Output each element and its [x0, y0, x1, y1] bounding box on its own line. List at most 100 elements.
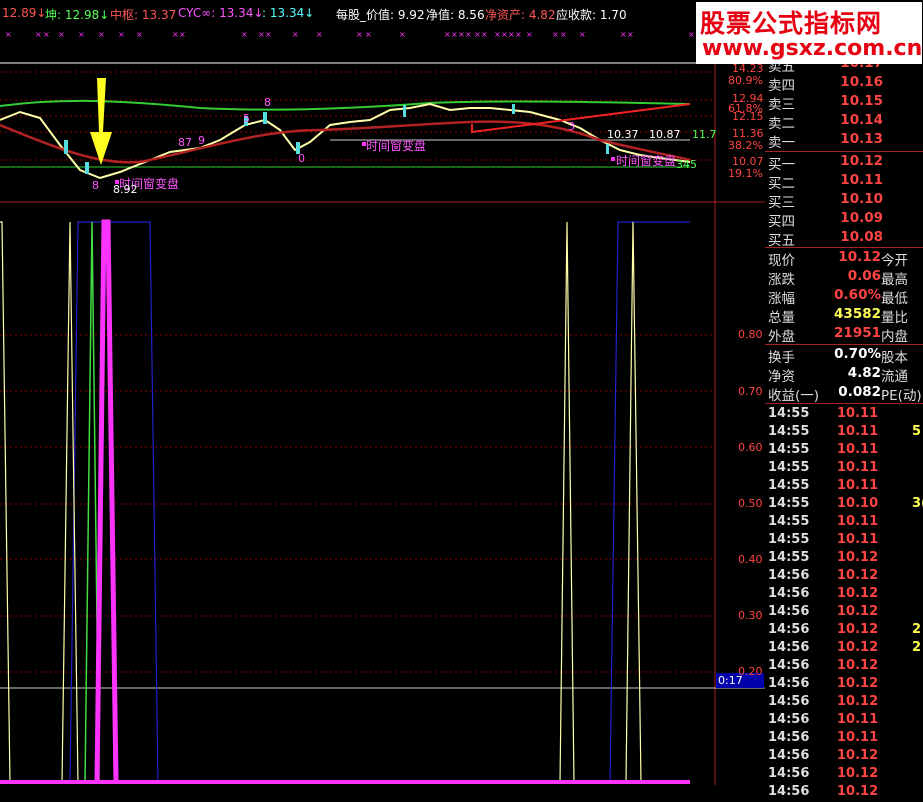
tick-row[interactable]: 14:56 10.12: [765, 658, 923, 676]
bid-label: 买三: [768, 195, 795, 211]
site-logo: 股票公式指标网 www.gsxz.com.cn: [696, 2, 922, 64]
tick-price: 10.12: [837, 568, 879, 583]
tick-row[interactable]: 14:55 10.11: [765, 532, 923, 550]
count-label: 5: [243, 112, 250, 125]
axis-value-label: 0.60: [738, 441, 763, 454]
ask-value: 10.15: [840, 93, 883, 109]
tick-volume: 2: [912, 640, 922, 655]
tick-row[interactable]: 14:56 10.12: [765, 604, 923, 622]
bid-row: 买三 10.10: [768, 191, 923, 211]
stat-label: 总量: [768, 310, 795, 326]
stat-value: 0.60%: [834, 287, 881, 303]
tick-price: 10.11: [837, 406, 879, 421]
tick-row[interactable]: 14:55 10.11: [765, 514, 923, 532]
time-window-label: 时间窗变盘: [366, 139, 427, 153]
stat-row: 总量 43582 量比: [768, 306, 923, 326]
tick-row[interactable]: 14:55 10.11: [765, 442, 923, 460]
tick-time: 14:56: [768, 640, 810, 655]
chart-canvas[interactable]: [0, 0, 765, 785]
tick-time: 14:56: [768, 622, 810, 637]
price-annotation: 11.7: [692, 128, 717, 141]
count-label: 0: [298, 152, 305, 165]
count-label: 9: [198, 134, 205, 147]
tick-row[interactable]: 14:56 10.12: [765, 784, 923, 802]
stat-label: 外盘: [768, 329, 795, 345]
down-arrow-icon: [90, 78, 112, 165]
tick-price: 10.12: [837, 676, 879, 691]
stat-label: 涨跌: [768, 272, 795, 288]
ask-label: 卖一: [768, 135, 795, 151]
tick-time: 14:56: [768, 784, 810, 799]
stat-label: 收益(一): [768, 388, 820, 404]
ask-value: 10.16: [840, 74, 883, 90]
divider: [765, 403, 923, 404]
stat-value: 4.82: [847, 365, 881, 381]
stat-right-label: PE(动): [881, 388, 922, 404]
stat-row: 涨幅 0.60% 最低: [768, 287, 923, 307]
count-label: 8: [264, 96, 271, 109]
bid-row: 买五 10.08: [768, 229, 923, 249]
bid-row: 买二 10.11: [768, 172, 923, 192]
stat-value: 10.12: [838, 249, 881, 265]
ask-value: 10.13: [840, 131, 883, 147]
tick-row[interactable]: 14:55 10.11: [765, 406, 923, 424]
tick-time: 14:56: [768, 604, 810, 619]
tick-row[interactable]: 14:56 10.12 2: [765, 622, 923, 640]
tick-price: 10.12: [837, 550, 879, 565]
stat-value: 21951: [834, 325, 881, 341]
tick-time: 14:56: [768, 748, 810, 763]
tick-price: 10.12: [837, 748, 879, 763]
current-value-label: 0:17: [718, 674, 743, 687]
tick-row[interactable]: 14:56 10.12: [765, 766, 923, 784]
stat-row: 涨跌 0.06 最高: [768, 268, 923, 288]
logo-title: 股票公式指标网: [700, 9, 883, 38]
stat-row: 收益(一) 0.082 PE(动): [768, 384, 923, 404]
stat-value: 0.082: [838, 384, 881, 400]
tick-row[interactable]: 14:56 10.12: [765, 676, 923, 694]
tick-time: 14:55: [768, 424, 810, 439]
tick-row[interactable]: 14:55 10.10 3(: [765, 496, 923, 514]
tick-row[interactable]: 14:56 10.11: [765, 712, 923, 730]
bid-value: 10.11: [840, 172, 883, 188]
tick-row[interactable]: 14:55 10.11 5: [765, 424, 923, 442]
tick-row[interactable]: 14:55 10.12: [765, 550, 923, 568]
tick-volume: 5: [912, 424, 922, 439]
tick-price: 10.12: [837, 640, 879, 655]
ask-row: 卖四 10.16: [768, 74, 923, 94]
bid-label: 买四: [768, 214, 795, 230]
price-annotation: 10.37: [607, 128, 639, 141]
tick-row[interactable]: 14:56 10.11: [765, 730, 923, 748]
tick-row[interactable]: 14:56 10.12: [765, 694, 923, 712]
stat-row: 外盘 21951 内盘: [768, 325, 923, 345]
stat-label: 换手: [768, 350, 795, 366]
stat-label: 现价: [768, 253, 795, 269]
stat-row: 净资 4.82 流通: [768, 365, 923, 385]
tick-price: 10.11: [837, 514, 879, 529]
divider: [765, 151, 923, 152]
tick-price: 10.12: [837, 694, 879, 709]
marker-dot: [611, 157, 615, 161]
tick-row[interactable]: 14:55 10.11: [765, 460, 923, 478]
stat-right-label: 最高: [881, 272, 908, 288]
tick-row[interactable]: 14:56 10.12: [765, 586, 923, 604]
stat-right-label: 最低: [881, 291, 908, 307]
ask-label: 卖四: [768, 78, 795, 94]
tick-time: 14:55: [768, 550, 810, 565]
price-annotation: 10.87: [649, 128, 681, 141]
tick-time: 14:56: [768, 694, 810, 709]
tick-time: 14:55: [768, 478, 810, 493]
tick-price: 10.11: [837, 442, 879, 457]
axis-value-label: 0.40: [738, 553, 763, 566]
tick-row[interactable]: 14:55 10.11: [765, 478, 923, 496]
tick-price: 10.11: [837, 460, 879, 475]
tick-row[interactable]: 14:56 10.12 2: [765, 640, 923, 658]
stat-right-label: 股本: [881, 350, 908, 366]
tick-price: 10.11: [837, 712, 879, 727]
tick-price: 10.12: [837, 604, 879, 619]
tick-row[interactable]: 14:56 10.12: [765, 748, 923, 766]
ask-label: 卖二: [768, 116, 795, 132]
tick-row[interactable]: 14:56 10.12: [765, 568, 923, 586]
axis-price-label: 12.15: [732, 110, 764, 123]
axis-value-label: 0.70: [738, 385, 763, 398]
tick-price: 10.11: [837, 532, 879, 547]
